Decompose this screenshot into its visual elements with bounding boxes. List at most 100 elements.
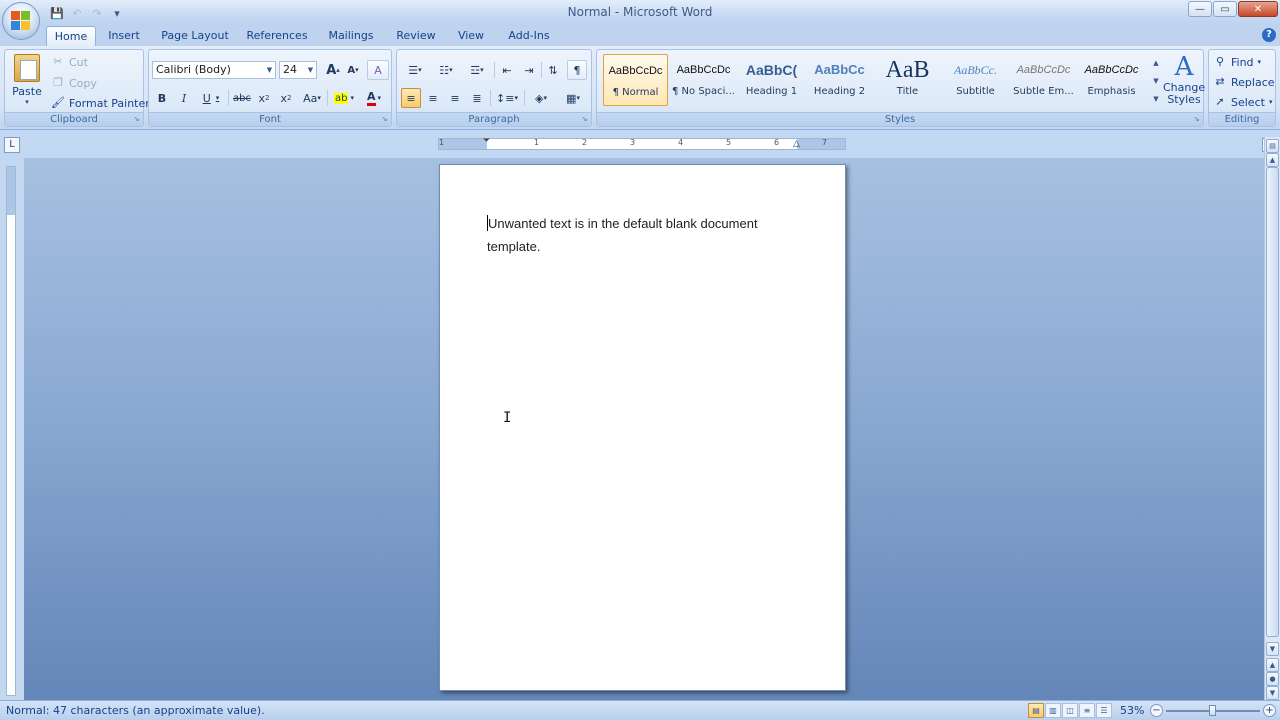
office-button[interactable]	[2, 2, 40, 40]
tab-add-ins[interactable]: Add-Ins	[500, 26, 558, 46]
find-button[interactable]: ⚲ Find ▾	[1213, 53, 1261, 71]
next-page-button[interactable]: ▼	[1266, 686, 1279, 700]
vertical-ruler[interactable]	[4, 158, 18, 698]
restore-button[interactable]: ▭	[1213, 1, 1237, 17]
full-screen-reading-view-button[interactable]: ▥	[1045, 703, 1061, 718]
outline-view-button[interactable]: ≡	[1079, 703, 1095, 718]
tab-insert[interactable]: Insert	[100, 26, 148, 46]
more-icon[interactable]: ▼	[1150, 90, 1162, 108]
line-spacing-button[interactable]: ↕≡ ▾	[493, 88, 521, 108]
web-layout-view-button[interactable]: ◫	[1062, 703, 1078, 718]
chevron-up-icon[interactable]: ▲	[1150, 54, 1162, 72]
show-formatting-marks-button[interactable]: ¶	[567, 60, 587, 80]
font-size-value: 24	[283, 63, 297, 76]
view-ruler-toggle-icon[interactable]: ▤	[1266, 139, 1279, 153]
zoom-in-button[interactable]: +	[1263, 704, 1276, 717]
previous-page-button[interactable]: ▲	[1266, 658, 1279, 672]
print-layout-view-button[interactable]: ▤	[1028, 703, 1044, 718]
style-emphasis[interactable]: AaBbCcDc Emphasis	[1079, 54, 1144, 106]
indent-marker-icon[interactable]: ⏷	[483, 136, 490, 146]
zoom-out-button[interactable]: −	[1150, 704, 1163, 717]
center-button[interactable]: ≡	[423, 88, 443, 108]
tab-mailings[interactable]: Mailings	[320, 26, 382, 46]
style-heading-1[interactable]: AaBbC( Heading 1	[739, 54, 804, 106]
font-size-select[interactable]: 24 ▼	[279, 61, 317, 79]
tab-view[interactable]: View	[450, 26, 492, 46]
horizontal-ruler[interactable]: 1 1 2 3 4 5 6 7 ⏷ △	[438, 136, 846, 150]
status-text[interactable]: Normal: 47 characters (an approximate va…	[6, 704, 265, 717]
style-normal[interactable]: AaBbCcDc ¶ Normal	[603, 54, 668, 106]
chevron-down-icon: ▼	[307, 66, 314, 74]
tab-references[interactable]: References	[242, 26, 312, 46]
justify-icon: ≣	[472, 91, 482, 105]
style-title[interactable]: AaB Title	[875, 54, 940, 106]
close-button[interactable]: ✕	[1238, 1, 1278, 17]
multilevel-list-button[interactable]: ☲ ▾	[463, 60, 491, 80]
underline-button[interactable]: U ▾	[197, 88, 225, 108]
cut-label: Cut	[69, 55, 88, 69]
font-group-label: Font	[149, 112, 391, 126]
style-heading-2[interactable]: AaBbCc Heading 2	[807, 54, 872, 106]
borders-button[interactable]: ▦ ▾	[559, 88, 587, 108]
replace-button[interactable]: ⇄ Replace	[1213, 73, 1274, 91]
sort-button[interactable]: ⇅	[543, 60, 563, 80]
dialog-launcher-icon[interactable]: ↘	[380, 115, 389, 124]
right-indent-marker-icon[interactable]: △	[793, 139, 800, 149]
scroll-down-button[interactable]: ▼	[1266, 642, 1279, 656]
ruler-number: 5	[726, 138, 732, 147]
text-highlight-button[interactable]: ab ▾	[330, 88, 358, 108]
select-button[interactable]: ➚ Select ▾	[1213, 93, 1272, 111]
superscript-button[interactable]: x2	[276, 88, 296, 108]
document-text[interactable]: Unwanted text is in the default blank do…	[487, 212, 807, 258]
vertical-scrollbar[interactable]: ▤ ▲ ▼ ▲ ● ▼	[1264, 137, 1280, 700]
dialog-launcher-icon[interactable]: ↘	[580, 115, 589, 124]
zoom-slider-thumb[interactable]	[1209, 705, 1216, 716]
numbering-button[interactable]: ☷ ▾	[432, 60, 460, 80]
style-subtle-emphasis[interactable]: AaBbCcDc Subtle Em...	[1011, 54, 1076, 106]
tab-home[interactable]: Home	[46, 26, 96, 46]
grow-font-button[interactable]: A ▴	[324, 60, 342, 80]
tab-page-layout[interactable]: Page Layout	[156, 26, 234, 46]
paste-button[interactable]: Paste ▾	[9, 52, 45, 110]
zoom-level[interactable]: 53%	[1120, 704, 1144, 717]
shading-button[interactable]: ◈ ▾	[527, 88, 555, 108]
tab-review[interactable]: Review	[390, 26, 442, 46]
subscript-button[interactable]: x2	[254, 88, 274, 108]
scroll-up-button[interactable]: ▲	[1266, 153, 1279, 167]
italic-button[interactable]: I	[175, 88, 193, 108]
font-color-button[interactable]: A ▾	[360, 88, 388, 108]
dialog-launcher-icon[interactable]: ↘	[132, 115, 141, 124]
format-painter-label: Format Painter	[69, 96, 150, 110]
tab-selector-button[interactable]: L	[4, 137, 20, 153]
justify-button[interactable]: ≣	[467, 88, 487, 108]
style-name: Title	[896, 86, 919, 97]
font-name-select[interactable]: Calibri (Body) ▼	[152, 61, 276, 79]
strikethrough-button[interactable]: abc	[231, 88, 253, 108]
scrollbar-thumb[interactable]	[1266, 167, 1279, 637]
cut-button[interactable]: ✂ Cut	[51, 53, 88, 71]
decrease-indent-button[interactable]: ⇤	[497, 60, 517, 80]
change-styles-button[interactable]: A Change Styles	[1163, 52, 1205, 114]
format-painter-button[interactable]: 🖌 Format Painter	[51, 94, 150, 112]
help-icon[interactable]: ?	[1262, 28, 1276, 42]
minimize-button[interactable]: —	[1188, 1, 1212, 17]
dialog-launcher-icon[interactable]: ↘	[1192, 115, 1201, 124]
shrink-font-button[interactable]: A ▾	[344, 60, 362, 80]
align-left-button[interactable]: ≡	[401, 88, 421, 108]
copy-button[interactable]: ❐ Copy	[51, 74, 97, 92]
shrink-font-icon: A	[347, 64, 356, 76]
document-page[interactable]: Unwanted text is in the default blank do…	[439, 164, 846, 691]
bullets-button[interactable]: ☰ ▾	[401, 60, 429, 80]
change-case-button[interactable]: Aa ▾	[299, 88, 325, 108]
select-browse-object-button[interactable]: ●	[1266, 672, 1279, 686]
style-no-spacing[interactable]: AaBbCcDc ¶ No Spaci...	[671, 54, 736, 106]
bold-button[interactable]: B	[153, 88, 171, 108]
zoom-slider[interactable]	[1166, 705, 1260, 716]
align-right-button[interactable]: ≡	[445, 88, 465, 108]
increase-indent-button[interactable]: ⇥	[519, 60, 539, 80]
ruler-number: 1	[439, 138, 445, 147]
style-subtitle[interactable]: AaBbCc. Subtitle	[943, 54, 1008, 106]
chevron-down-icon[interactable]: ▼	[1150, 72, 1162, 90]
clear-formatting-button[interactable]: A	[367, 60, 389, 80]
draft-view-button[interactable]: ☰	[1096, 703, 1112, 718]
